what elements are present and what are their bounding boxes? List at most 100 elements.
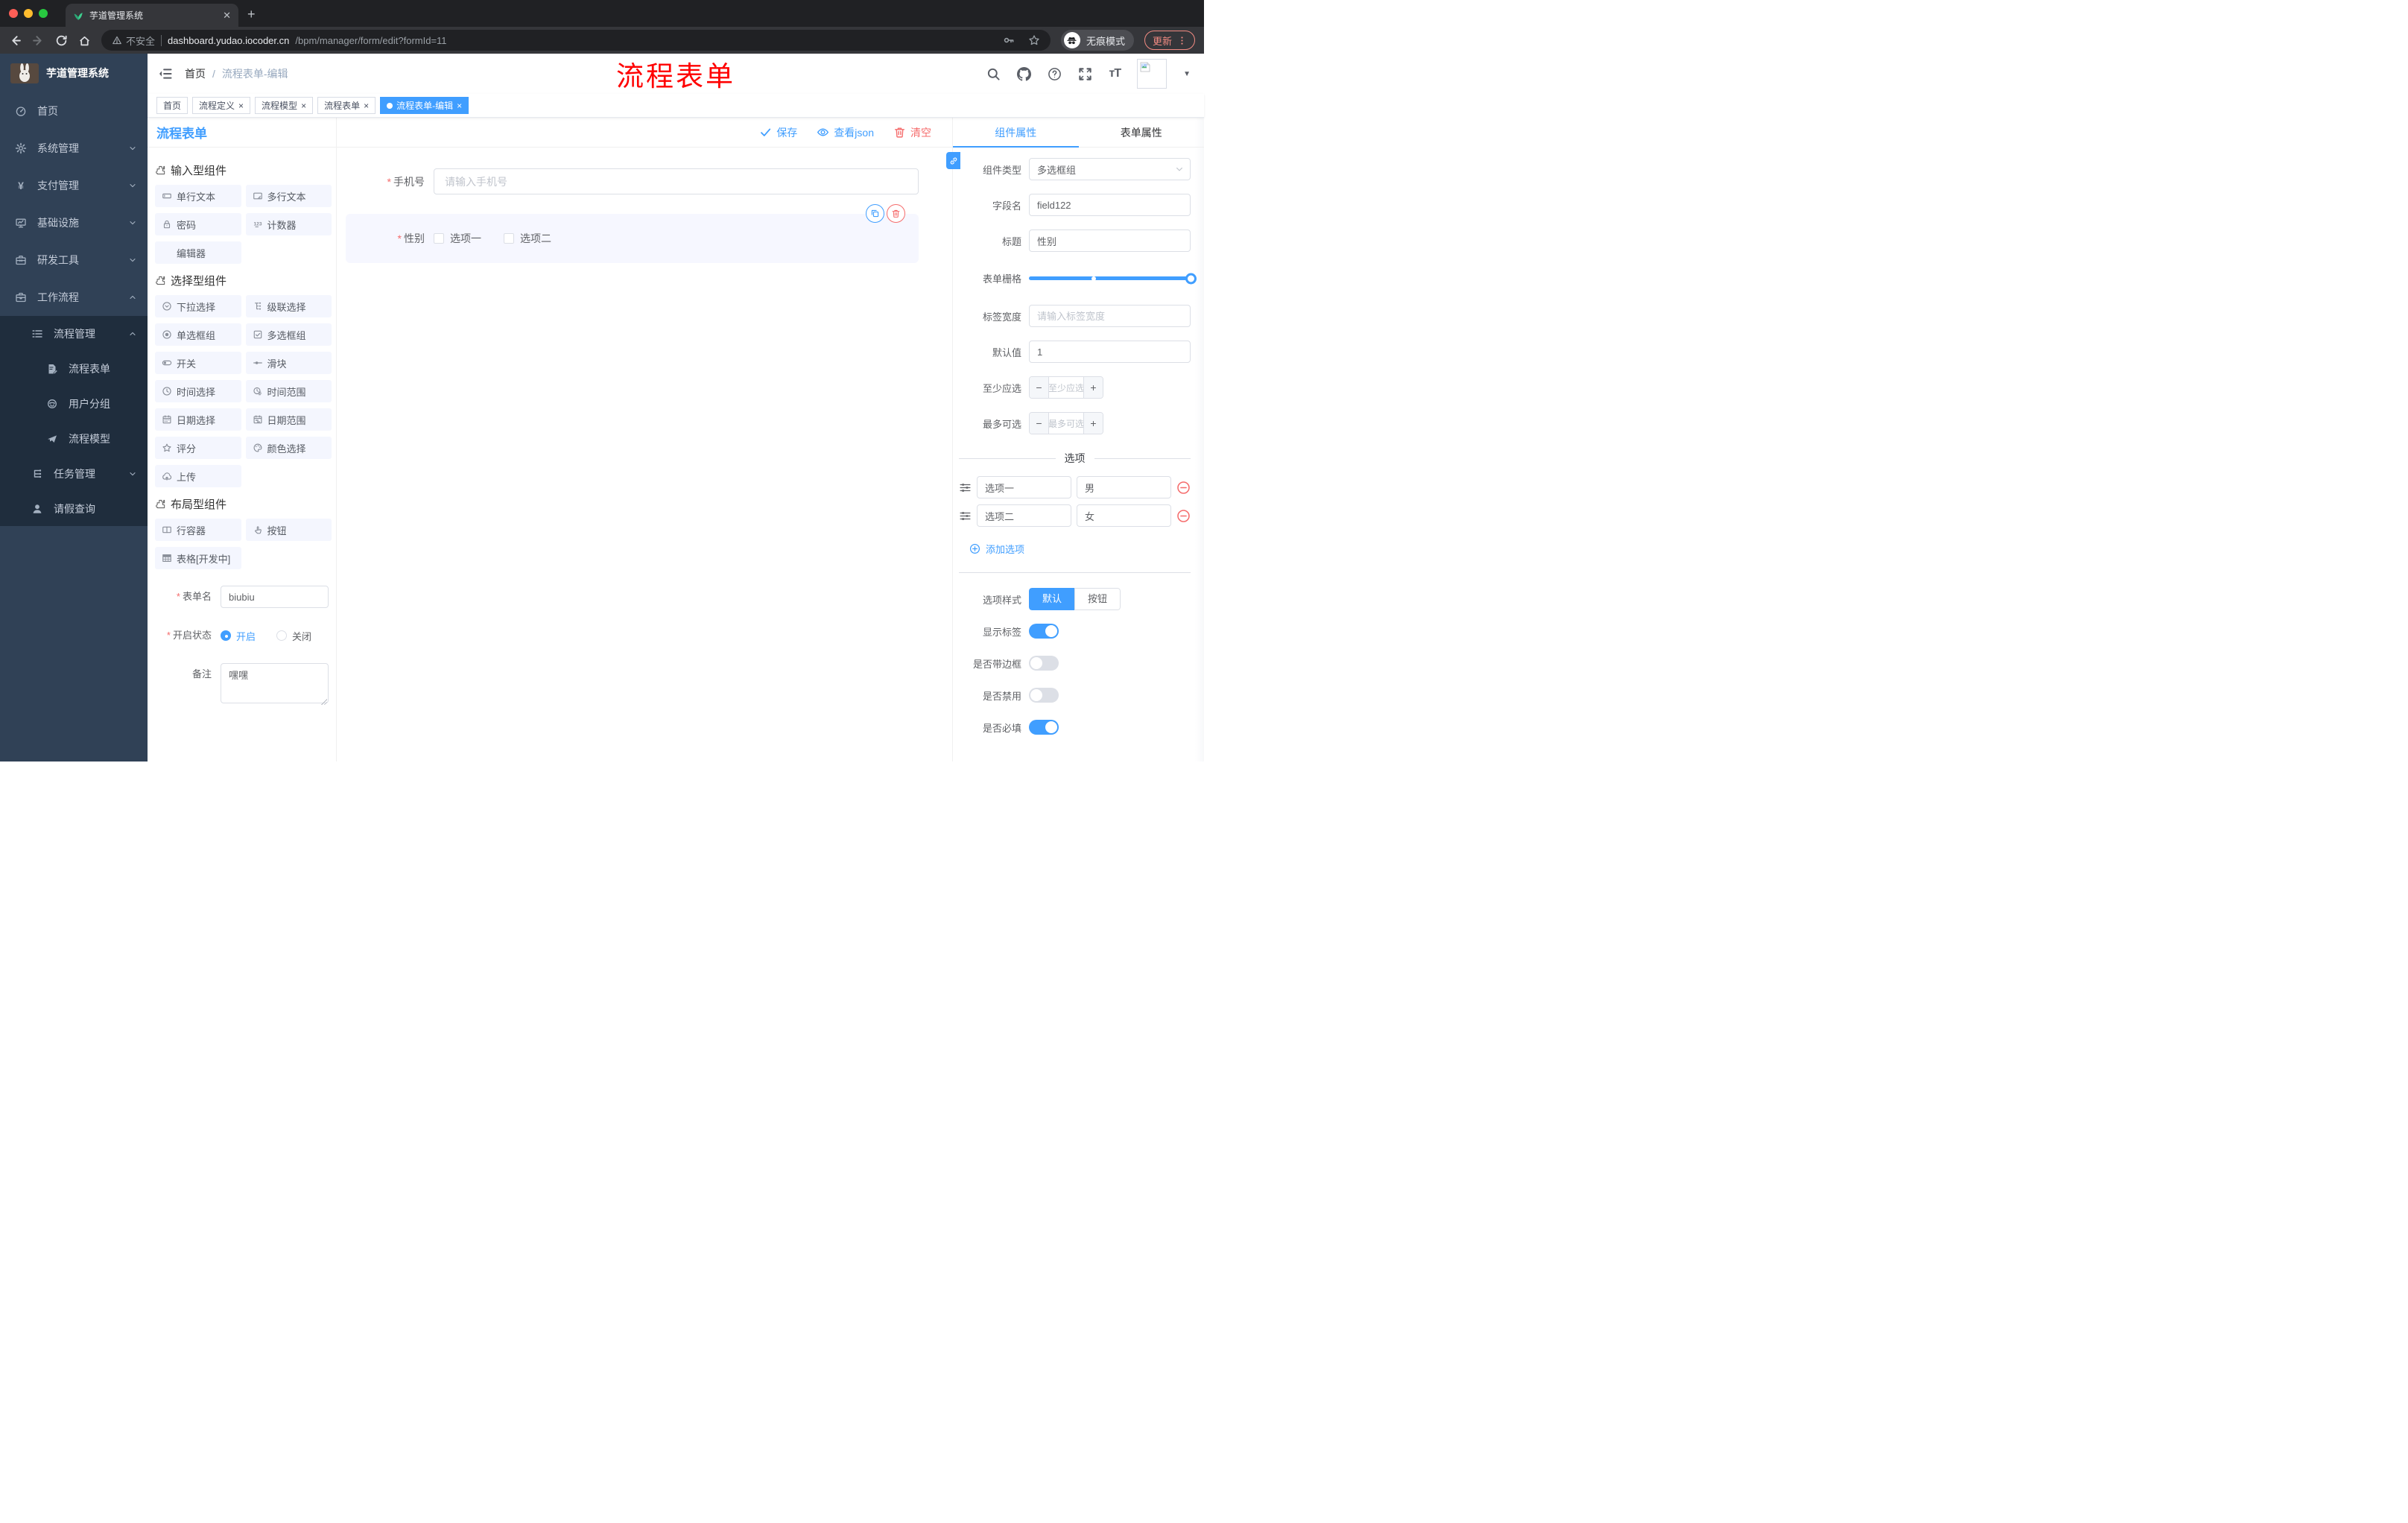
sidebar-item-请假查询[interactable]: 请假查询 [0, 491, 148, 526]
drag-icon[interactable] [959, 510, 972, 522]
fullscreen-icon[interactable] [1078, 67, 1092, 81]
github-icon[interactable] [1017, 66, 1032, 81]
copy-component-button[interactable] [866, 204, 884, 223]
min-select-placeholder[interactable]: 至少应选 [1049, 377, 1083, 398]
option-value-input[interactable] [1077, 476, 1171, 498]
style-button-button[interactable]: 按钮 [1074, 588, 1121, 610]
toggle-显示标签[interactable] [1029, 624, 1059, 639]
sidebar-item-系统管理[interactable]: 系统管理 [0, 130, 148, 167]
gender-field-block-selected[interactable]: * 性别 选项一 选项二 [346, 204, 919, 263]
font-size-icon[interactable]: ᴛT [1109, 67, 1121, 80]
component-chip-上传[interactable]: 上传 [155, 465, 241, 487]
sidebar-item-基础设施[interactable]: 基础设施 [0, 204, 148, 241]
option-name-input[interactable] [977, 504, 1071, 527]
option-value-input[interactable] [1077, 504, 1171, 527]
sidebar-item-工作流程[interactable]: 工作流程 [0, 279, 148, 316]
component-chip-行容器[interactable]: 行容器 [155, 519, 241, 541]
component-chip-多选框组[interactable]: 多选框组 [245, 323, 332, 346]
toolbar-清空-button[interactable]: 清空 [893, 125, 931, 140]
tag-close-icon[interactable]: × [301, 101, 306, 110]
component-chip-单行文本[interactable]: 单行文本 [155, 185, 241, 207]
toolbar-查看json-button[interactable]: 查看json [817, 125, 874, 140]
remark-textarea[interactable]: 嘿嘿 [221, 663, 329, 703]
back-icon[interactable] [9, 34, 22, 47]
default-value-input[interactable] [1029, 341, 1191, 363]
tag-close-icon[interactable]: × [238, 101, 244, 110]
phone-field-row[interactable]: * 手机号 [346, 168, 919, 194]
increase-button[interactable]: + [1083, 377, 1103, 398]
close-window-button[interactable] [9, 9, 18, 18]
form-name-input[interactable] [221, 586, 329, 608]
component-chip-开关[interactable]: 开关 [155, 352, 241, 374]
toggle-是否带边框[interactable] [1029, 656, 1059, 671]
minimize-window-button[interactable] [24, 9, 33, 18]
component-type-value[interactable] [1029, 158, 1191, 180]
tag-首页[interactable]: 首页 [156, 97, 188, 114]
component-chip-密码[interactable]: 密码 [155, 213, 241, 235]
radio-closed[interactable]: 关闭 [276, 629, 311, 643]
phone-input[interactable] [434, 168, 919, 194]
title-input[interactable] [1029, 229, 1191, 252]
tag-流程表单-编辑[interactable]: 流程表单-编辑 × [380, 97, 469, 114]
tab-form-props[interactable]: 表单属性 [1079, 118, 1205, 147]
add-option-button[interactable]: 添加选项 [969, 542, 1191, 556]
tab-component-props[interactable]: 组件属性 [953, 118, 1079, 148]
decrease-button[interactable]: − [1030, 413, 1049, 434]
component-chip-日期范围[interactable]: 日期范围 [245, 408, 332, 431]
browser-update-button[interactable]: 更新 [1144, 31, 1195, 50]
radio-open[interactable]: 开启 [221, 629, 256, 643]
maximize-window-button[interactable] [39, 9, 48, 18]
component-chip-按钮[interactable]: 按钮 [245, 519, 332, 541]
tag-close-icon[interactable]: × [364, 101, 369, 110]
sidebar-item-用户分组[interactable]: 用户分组 [0, 386, 148, 421]
sidebar-item-流程模型[interactable]: 流程模型 [0, 421, 148, 456]
checkbox-option-2[interactable]: 选项二 [504, 231, 551, 246]
delete-component-button[interactable] [887, 204, 905, 223]
style-default-button[interactable]: 默认 [1029, 588, 1075, 610]
component-type-select[interactable] [1029, 158, 1191, 180]
remove-option-icon[interactable] [1176, 481, 1191, 495]
slider-handle[interactable] [1185, 273, 1197, 284]
bookmark-star-icon[interactable] [1028, 34, 1040, 46]
component-chip-多行文本[interactable]: 多行文本 [245, 185, 332, 207]
tab-close-icon[interactable]: ✕ [223, 10, 231, 22]
component-chip-单选框组[interactable]: 单选框组 [155, 323, 241, 346]
checkbox-option-1[interactable]: 选项一 [434, 231, 481, 246]
avatar[interactable] [1137, 59, 1167, 89]
sidebar-item-流程管理[interactable]: 流程管理 [0, 316, 148, 351]
tag-流程表单[interactable]: 流程表单 × [317, 97, 376, 114]
sidebar-item-支付管理[interactable]: ¥ 支付管理 [0, 167, 148, 204]
component-chip-下拉选择[interactable]: 下拉选择 [155, 295, 241, 317]
sidebar-item-任务管理[interactable]: 任务管理 [0, 456, 148, 491]
new-tab-button[interactable]: + [247, 7, 256, 22]
breadcrumb-home[interactable]: 首页 [185, 66, 206, 81]
component-chip-时间范围[interactable]: 时间范围 [245, 380, 332, 402]
key-icon[interactable] [1003, 34, 1015, 46]
browser-tab[interactable]: 芋道管理系统 ✕ [66, 4, 238, 27]
component-chip-表格[开发中][interactable]: 表格[开发中] [155, 547, 241, 569]
sidebar-item-流程表单[interactable]: 流程表单 [0, 351, 148, 386]
decrease-button[interactable]: − [1030, 377, 1049, 398]
component-chip-滑块[interactable]: 滑块 [245, 352, 332, 374]
avatar-caret-icon[interactable]: ▼ [1183, 70, 1191, 78]
link-tag[interactable] [946, 152, 960, 169]
home-icon[interactable] [78, 34, 91, 47]
url-bar[interactable]: 不安全 dashboard.yudao.iocoder.cn /bpm/mana… [101, 30, 1051, 51]
browser-menu-dots-icon[interactable] [1177, 36, 1187, 45]
checkbox-icon[interactable] [434, 233, 444, 244]
component-chip-颜色选择[interactable]: 颜色选择 [245, 437, 332, 459]
label-width-input[interactable] [1029, 305, 1191, 327]
component-chip-编辑器[interactable]: 编辑器 [155, 241, 241, 264]
max-select-placeholder[interactable]: 最多可选 [1049, 413, 1083, 434]
remove-option-icon[interactable] [1176, 509, 1191, 523]
toggle-是否必填[interactable] [1029, 720, 1059, 735]
sidebar-item-研发工具[interactable]: 研发工具 [0, 241, 148, 279]
forward-icon[interactable] [32, 34, 45, 47]
toggle-是否禁用[interactable] [1029, 688, 1059, 703]
hamburger-icon[interactable] [158, 66, 173, 81]
tag-流程定义[interactable]: 流程定义 × [192, 97, 251, 114]
grid-slider[interactable] [1029, 273, 1197, 284]
component-chip-级联选择[interactable]: 级联选择 [245, 295, 332, 317]
search-icon[interactable] [986, 67, 1001, 81]
option-name-input[interactable] [977, 476, 1071, 498]
